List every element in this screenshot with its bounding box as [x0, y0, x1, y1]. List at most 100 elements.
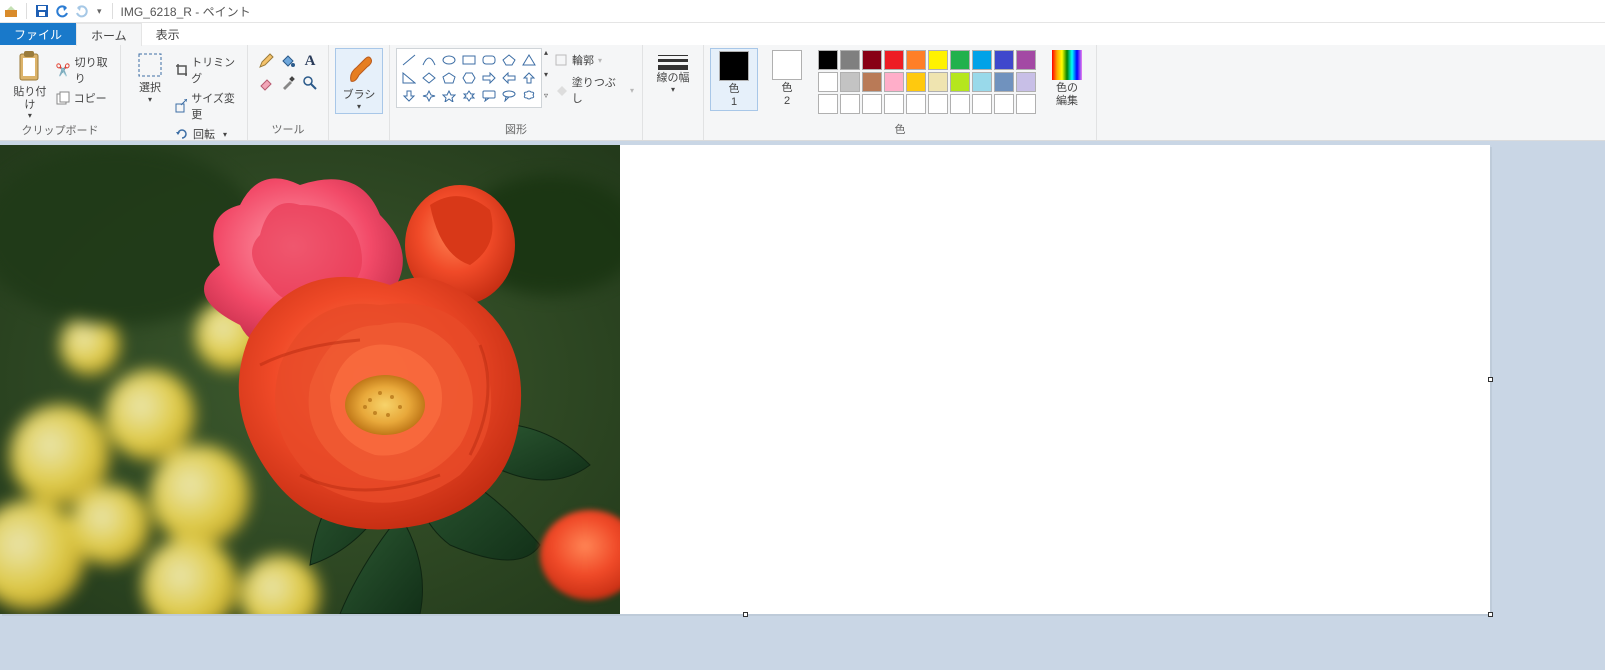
color-swatch[interactable]: [840, 94, 860, 114]
color-swatch[interactable]: [818, 50, 838, 70]
color-swatch[interactable]: [884, 50, 904, 70]
color-swatch[interactable]: [862, 50, 882, 70]
shape-arrow-up[interactable]: [520, 70, 538, 86]
shape-arrow-down[interactable]: [400, 88, 418, 104]
shape-triangle[interactable]: [520, 52, 538, 68]
color1-button[interactable]: 色 1: [710, 48, 758, 111]
color-swatch[interactable]: [818, 72, 838, 92]
canvas-handle-e[interactable]: [1488, 377, 1493, 382]
color-swatch[interactable]: [862, 94, 882, 114]
resize-label: サイズ変更: [191, 90, 239, 122]
shape-star5[interactable]: [440, 88, 458, 104]
color-swatch[interactable]: [1016, 94, 1036, 114]
title-bar: ▾ IMG_6218_R - ペイント: [0, 0, 1605, 23]
shape-oval[interactable]: [440, 52, 458, 68]
select-label: 選択: [139, 82, 161, 95]
color-swatch[interactable]: [862, 72, 882, 92]
paste-label: 貼り付け: [10, 86, 50, 111]
edit-colors-button[interactable]: 色の 編集: [1044, 48, 1090, 107]
color-swatch[interactable]: [884, 94, 904, 114]
copy-label: コピー: [74, 90, 107, 106]
color-swatch[interactable]: [928, 50, 948, 70]
color-swatch[interactable]: [950, 72, 970, 92]
cut-button[interactable]: ✂️ 切り取り: [54, 52, 114, 88]
color-swatch[interactable]: [884, 72, 904, 92]
color-swatch[interactable]: [950, 94, 970, 114]
tab-home[interactable]: ホーム: [76, 23, 142, 46]
tab-file[interactable]: ファイル: [0, 23, 76, 45]
paste-button[interactable]: 貼り付け ▾: [6, 48, 54, 120]
eraser-tool[interactable]: [256, 73, 276, 93]
color-swatch[interactable]: [906, 94, 926, 114]
color-swatch[interactable]: [994, 94, 1014, 114]
color-swatch[interactable]: [1016, 72, 1036, 92]
color-swatch[interactable]: [972, 72, 992, 92]
shape-curve[interactable]: [420, 52, 438, 68]
shapes-gallery[interactable]: [396, 48, 542, 108]
shape-star6[interactable]: [460, 88, 478, 104]
linewidth-label: 線の幅: [657, 72, 690, 85]
redo-button[interactable]: [73, 2, 91, 20]
clipboard-group-label: クリップボード: [6, 120, 114, 141]
shapes-scroll-down[interactable]: ▾: [544, 70, 548, 79]
brush-button[interactable]: ブラシ ▾: [335, 48, 383, 114]
shape-callout-rect[interactable]: [480, 88, 498, 104]
bucket-tool[interactable]: [278, 51, 298, 71]
picker-tool[interactable]: [278, 73, 298, 93]
color-swatch[interactable]: [950, 50, 970, 70]
canvas-handle-s[interactable]: [743, 612, 748, 617]
group-image: 選択 ▾ トリミング サイズ変更 回転 ▾ イメージ: [121, 45, 248, 140]
zoom-tool[interactable]: [300, 73, 320, 93]
qat-customize[interactable]: ▾: [93, 6, 106, 17]
color-swatch[interactable]: [840, 50, 860, 70]
linewidth-icon: [653, 50, 693, 70]
save-button[interactable]: [33, 2, 51, 20]
window-title: IMG_6218_R - ペイント: [121, 3, 251, 20]
color-swatch[interactable]: [1016, 50, 1036, 70]
color-swatch[interactable]: [928, 94, 948, 114]
resize-button[interactable]: サイズ変更: [173, 88, 241, 124]
shape-line[interactable]: [400, 52, 418, 68]
color-swatch[interactable]: [818, 94, 838, 114]
shape-star4[interactable]: [420, 88, 438, 104]
fill-button[interactable]: 塗りつぶし ▾: [552, 72, 636, 108]
group-clipboard: 貼り付け ▾ ✂️ 切り取り コピー クリップボード: [0, 45, 121, 140]
color-swatch[interactable]: [840, 72, 860, 92]
canvas-handle-se[interactable]: [1488, 612, 1493, 617]
color-swatch[interactable]: [972, 94, 992, 114]
trim-label: トリミング: [191, 54, 239, 86]
shapes-expand[interactable]: ▿: [544, 91, 548, 100]
shape-arrow-right[interactable]: [480, 70, 498, 86]
color-swatch[interactable]: [906, 50, 926, 70]
linewidth-button[interactable]: 線の幅 ▾: [649, 48, 697, 94]
pencil-tool[interactable]: [256, 51, 276, 71]
color-swatch[interactable]: [928, 72, 948, 92]
text-tool[interactable]: A: [300, 51, 320, 71]
shape-pentagon[interactable]: [440, 70, 458, 86]
color-swatch[interactable]: [994, 72, 1014, 92]
shape-diamond[interactable]: [420, 70, 438, 86]
undo-button[interactable]: [53, 2, 71, 20]
ribbon-tabs: ファイル ホーム 表示: [0, 23, 1605, 45]
color-swatch[interactable]: [994, 50, 1014, 70]
shape-right-triangle[interactable]: [400, 70, 418, 86]
color-swatch[interactable]: [972, 50, 992, 70]
shape-rect[interactable]: [460, 52, 478, 68]
shape-hexagon[interactable]: [460, 70, 478, 86]
tab-view[interactable]: 表示: [142, 23, 194, 45]
scissors-icon: ✂️: [56, 63, 71, 77]
shape-polygon[interactable]: [500, 52, 518, 68]
shape-callout-oval[interactable]: [500, 88, 518, 104]
shapes-scroll-up[interactable]: ▴: [544, 48, 548, 57]
trim-button[interactable]: トリミング: [173, 52, 241, 88]
shape-roundrect[interactable]: [480, 52, 498, 68]
color-swatch[interactable]: [906, 72, 926, 92]
copy-button[interactable]: コピー: [54, 88, 114, 108]
canvas-image[interactable]: [0, 145, 620, 614]
edit-colors-label: 色の 編集: [1056, 82, 1078, 107]
shape-callout-cloud[interactable]: [520, 88, 538, 104]
outline-button[interactable]: 輪郭 ▾: [552, 50, 636, 70]
shape-arrow-left[interactable]: [500, 70, 518, 86]
select-button[interactable]: 選択 ▾: [127, 48, 173, 104]
color2-button[interactable]: 色 2: [764, 48, 810, 107]
